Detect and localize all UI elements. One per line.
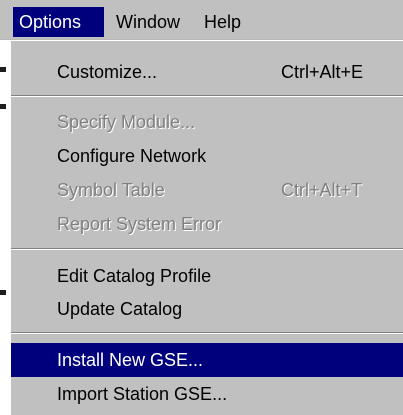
menu-item-shortcut: Ctrl+Alt+T xyxy=(281,180,363,200)
menu-item-edit-catalog-profile[interactable]: Edit Catalog Profile xyxy=(11,259,403,293)
menu-item-install-new-gse[interactable]: Install New GSE... xyxy=(11,343,403,377)
menu-separator xyxy=(11,332,403,334)
menu-item-import-station-gse[interactable]: Import Station GSE... xyxy=(11,377,403,411)
menu-item-label: Configure Network xyxy=(57,146,207,166)
menu-separator xyxy=(11,248,403,250)
menu-bar: Options Window Help xyxy=(0,0,403,40)
menu-item-label: Install New GSE... xyxy=(57,350,204,370)
menu-help[interactable]: Help xyxy=(198,7,260,37)
background-window-mark xyxy=(0,67,6,72)
menu-item-label: Report System Error xyxy=(57,214,222,234)
menu-item-update-catalog[interactable]: Update Catalog xyxy=(11,292,403,326)
background-window-mark xyxy=(0,104,6,109)
menu-item-customize[interactable]: Customize... Ctrl+Alt+E xyxy=(11,55,403,89)
menu-window[interactable]: Window xyxy=(110,7,196,37)
background-window-edge xyxy=(0,40,9,415)
menu-item-label: Edit Catalog Profile xyxy=(57,266,212,286)
menu-item-label: Symbol Table xyxy=(57,180,165,200)
menu-item-report-system-error: Report System Error xyxy=(11,207,403,241)
menu-item-label: Specify Module... xyxy=(57,112,196,132)
menu-item-specify-module: Specify Module... xyxy=(11,105,403,139)
menu-item-label: Update Catalog xyxy=(57,299,183,319)
options-dropdown-menu: Customize... Ctrl+Alt+E Specify Module..… xyxy=(9,40,403,415)
menu-item-configure-network[interactable]: Configure Network xyxy=(11,139,403,173)
menu-item-symbol-table: Symbol Table Ctrl+Alt+T xyxy=(11,173,403,207)
menu-options[interactable]: Options xyxy=(13,7,104,37)
background-window-mark xyxy=(0,290,6,295)
menu-separator xyxy=(11,95,403,97)
menu-item-label: Customize... xyxy=(57,62,158,82)
menu-item-label: Import Station GSE... xyxy=(57,384,228,404)
menu-item-shortcut: Ctrl+Alt+E xyxy=(281,62,364,82)
